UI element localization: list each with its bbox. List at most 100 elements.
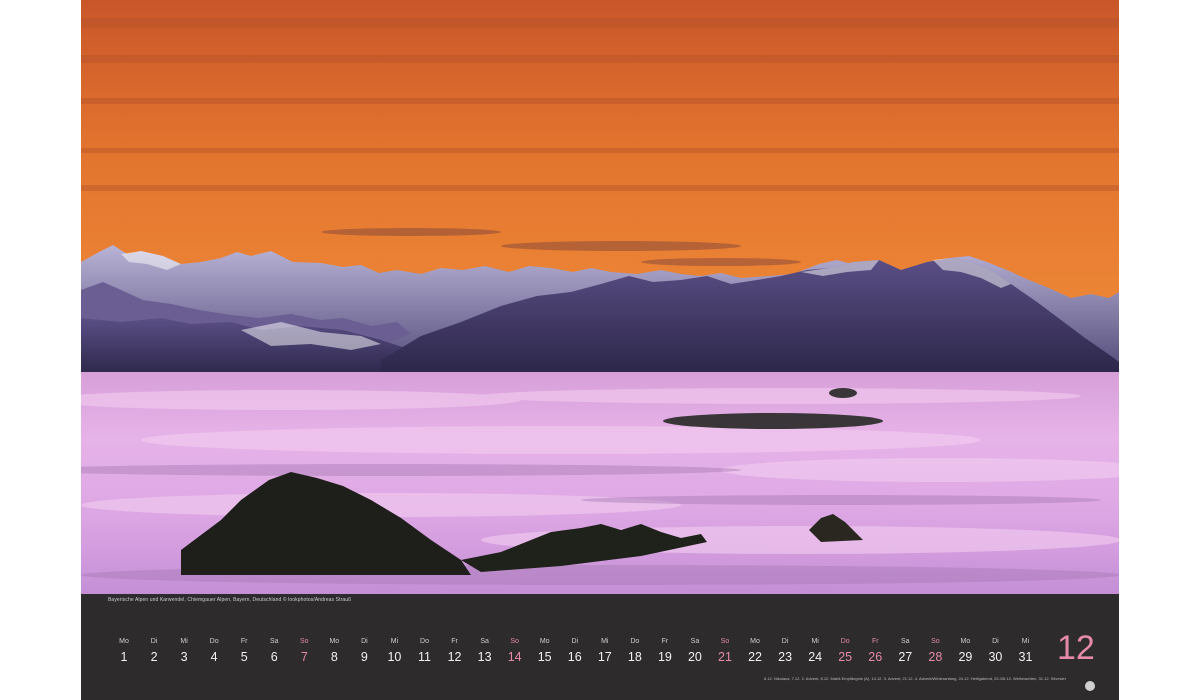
- calendar-band: Bayerische Alpen und Karwendel, Chiemgau…: [81, 594, 1119, 700]
- weekday-label: Sa: [480, 638, 489, 645]
- day-column: Mi 17: [590, 637, 620, 665]
- landscape-photo: [81, 0, 1119, 594]
- day-column: Mo 1: [109, 637, 139, 665]
- day-number: 9: [360, 650, 368, 664]
- weekday-label: Do: [209, 638, 219, 645]
- day-column: So 7: [289, 637, 319, 665]
- day-column: Di 9: [349, 637, 379, 665]
- day-column: So 28: [920, 637, 950, 665]
- weekday-label: Mo: [119, 638, 129, 645]
- day-column: Mi 24: [800, 637, 830, 665]
- day-number: 13: [477, 650, 492, 664]
- day-column: Mi 3: [169, 637, 199, 665]
- day-number: 28: [928, 650, 943, 664]
- sunset-alps-fog-image: [81, 0, 1119, 594]
- weekday-label: So: [300, 638, 309, 645]
- weekday-label: Sa: [901, 638, 910, 645]
- weekday-label: Sa: [690, 638, 700, 645]
- day-number: 15: [537, 650, 552, 664]
- day-number: 24: [808, 650, 823, 664]
- day-column: Sa 6: [259, 637, 289, 665]
- weekday-label: Mi: [601, 638, 609, 645]
- day-number: 6: [270, 650, 278, 664]
- weekday-label: Mo: [750, 638, 760, 645]
- day-column: Do 18: [620, 637, 650, 665]
- day-column: Do 4: [199, 637, 229, 665]
- day-column: Fr 19: [650, 637, 680, 665]
- weekday-label: Di: [781, 638, 789, 645]
- day-column: Di 2: [139, 637, 169, 665]
- day-column: Mi 10: [379, 637, 409, 665]
- weekday-label: Mo: [329, 638, 340, 645]
- day-column: So 21: [710, 637, 740, 665]
- day-column: Fr 26: [860, 637, 890, 665]
- day-number: 8: [330, 650, 338, 664]
- day-number: 5: [240, 650, 248, 664]
- day-number: 10: [387, 650, 402, 664]
- day-number: 4: [210, 650, 218, 664]
- weekday-label: So: [720, 638, 730, 645]
- weekday-label: Mi: [180, 638, 188, 645]
- day-column: Sa 27: [890, 637, 920, 665]
- weekday-label: Mi: [390, 638, 399, 645]
- holidays-note: 6.12. Nikolaus, 7.12. 2. Advent, 8.12. M…: [764, 676, 1067, 681]
- day-number: 26: [868, 650, 883, 664]
- weekday-label: Fr: [661, 638, 669, 645]
- month-number: 12: [1057, 629, 1095, 667]
- day-number: 31: [1018, 650, 1033, 664]
- weekday-label: Fr: [871, 638, 879, 645]
- day-number: 19: [657, 650, 672, 664]
- weekday-label: Mo: [539, 638, 550, 645]
- weekday-label: So: [931, 638, 940, 645]
- day-number: 18: [627, 650, 642, 664]
- day-number: 17: [597, 650, 612, 664]
- day-number: 16: [567, 650, 582, 664]
- day-number: 1: [120, 650, 128, 664]
- day-column: Mi 31: [1011, 637, 1041, 665]
- day-number: 27: [898, 650, 913, 664]
- weekday-label: Sa: [269, 638, 279, 645]
- weekday-label: Fr: [240, 638, 248, 645]
- day-number: 21: [718, 650, 732, 664]
- weekday-label: Mo: [960, 638, 971, 645]
- weekday-label: Di: [150, 638, 158, 645]
- day-number: 3: [180, 650, 188, 664]
- day-column: So 14: [500, 637, 530, 665]
- day-column: Di 23: [770, 637, 800, 665]
- day-column: Mo 15: [530, 637, 560, 665]
- day-number: 14: [507, 650, 522, 664]
- publisher-logo-icon: [1085, 681, 1095, 691]
- calendar-sheet: Bayerische Alpen und Karwendel, Chiemgau…: [81, 0, 1119, 700]
- day-column: Di 16: [560, 637, 590, 665]
- day-column: Fr 12: [440, 637, 470, 665]
- day-number: 23: [778, 650, 793, 664]
- weekday-label: Di: [571, 638, 579, 645]
- day-column: Fr 5: [229, 637, 259, 665]
- day-column: Mo 29: [950, 637, 980, 665]
- weekday-label: So: [510, 638, 519, 645]
- weekday-label: Do: [630, 638, 640, 645]
- day-column: Di 30: [980, 637, 1010, 665]
- day-column: Sa 20: [680, 637, 710, 665]
- day-number: 20: [687, 650, 702, 664]
- weekday-label: Mi: [1021, 638, 1030, 645]
- day-column: Sa 13: [470, 637, 500, 665]
- weekday-label: Mi: [811, 638, 819, 645]
- day-number: 29: [958, 650, 973, 664]
- weekday-label: Di: [992, 638, 999, 645]
- day-number: 2: [150, 650, 158, 664]
- day-column: Mo 8: [319, 637, 349, 665]
- day-number: 30: [988, 650, 1003, 664]
- day-column: Do 11: [410, 637, 440, 665]
- day-number: 7: [300, 650, 308, 664]
- weekday-label: Di: [361, 638, 368, 645]
- day-column: Mo 22: [740, 637, 770, 665]
- day-number: 11: [418, 650, 431, 664]
- weekday-label: Do: [840, 638, 850, 645]
- day-number: 12: [447, 650, 462, 664]
- weekday-label: Do: [420, 638, 429, 645]
- photo-caption: Bayerische Alpen und Karwendel, Chiemgau…: [108, 597, 352, 603]
- day-number: 25: [838, 650, 853, 664]
- day-column: Do 25: [830, 637, 860, 665]
- day-number: 22: [748, 650, 762, 664]
